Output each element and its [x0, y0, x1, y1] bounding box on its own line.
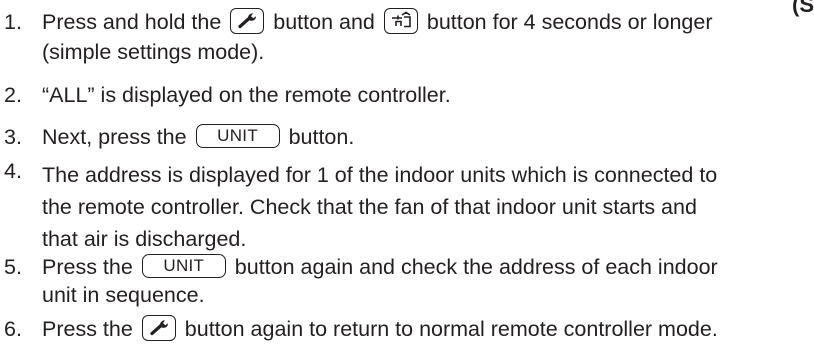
- step-text: “ALL” is displayed on the remote control…: [42, 83, 812, 107]
- wrench-icon: [230, 8, 265, 35]
- step-text: Press the UNIT button again and check th…: [42, 254, 812, 307]
- step-text-line: The address is displayed for 1 of the in…: [42, 163, 718, 187]
- step-text-line: the remote controller. Check that the fa…: [42, 195, 697, 219]
- step-text-part: Press and hold the: [42, 10, 222, 34]
- step-number: 3.: [4, 125, 22, 149]
- unit-button: UNIT: [195, 124, 280, 149]
- step-text: The address is displayed for 1 of the in…: [42, 159, 812, 255]
- step-number: 1.: [4, 10, 22, 34]
- step-text-part: button again and check the address of ea…: [234, 255, 718, 279]
- step-text-part: button for 4 seconds or longer: [426, 10, 713, 34]
- step-text: Next, press the UNIT button.: [42, 124, 812, 150]
- step-number: 2.: [4, 83, 22, 107]
- step-text-part: button again to return to normal remote …: [184, 317, 718, 341]
- step-number: 6.: [4, 317, 22, 341]
- step-number: 5.: [4, 255, 22, 279]
- step-text-line: unit in sequence.: [42, 283, 205, 307]
- unit-button: UNIT: [141, 254, 226, 279]
- step-text-line: that air is discharged.: [42, 227, 247, 251]
- step-number: 4.: [4, 159, 22, 183]
- instruction-list: (S 1. Press and hold the button and butt…: [0, 0, 814, 347]
- wrench-icon: [141, 315, 176, 342]
- return-arrow-icon: [383, 8, 418, 35]
- step-text-part: Press the: [42, 255, 133, 279]
- step-text-part: Press the: [42, 317, 133, 341]
- step-text-line: “ALL” is displayed on the remote control…: [42, 83, 451, 107]
- step-text: Press the button again to return to norm…: [42, 315, 812, 343]
- step-text-part: button and: [273, 10, 375, 34]
- step-text: Press and hold the button and button for…: [42, 8, 812, 64]
- step-text-part: button.: [288, 125, 355, 149]
- step-text-line: (simple settings mode).: [42, 40, 265, 64]
- step-text-part: Next, press the: [42, 125, 187, 149]
